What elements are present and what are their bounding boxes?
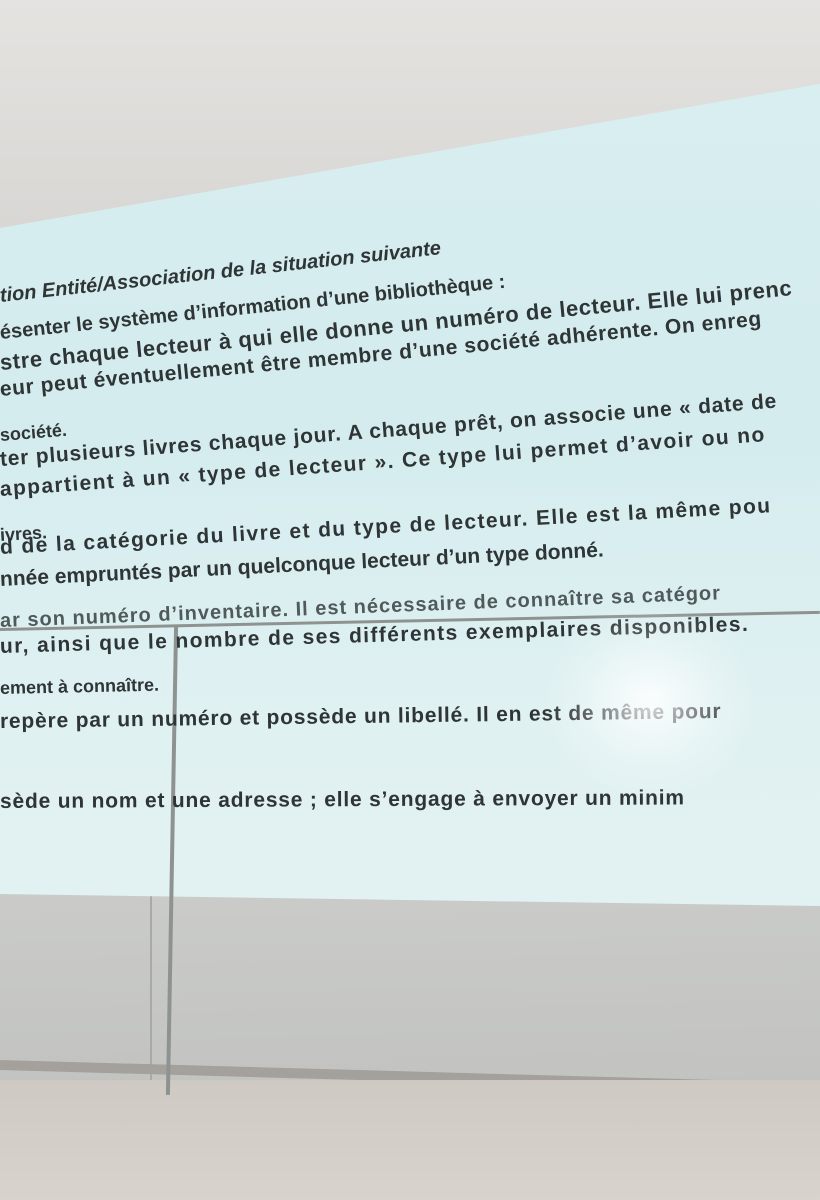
classroom-scene: tion Entité/Association de la situation … xyxy=(0,0,820,1200)
light-glare xyxy=(540,600,760,800)
slide-line: société. xyxy=(0,419,68,445)
slide-line: ement à connaître. xyxy=(0,674,160,698)
